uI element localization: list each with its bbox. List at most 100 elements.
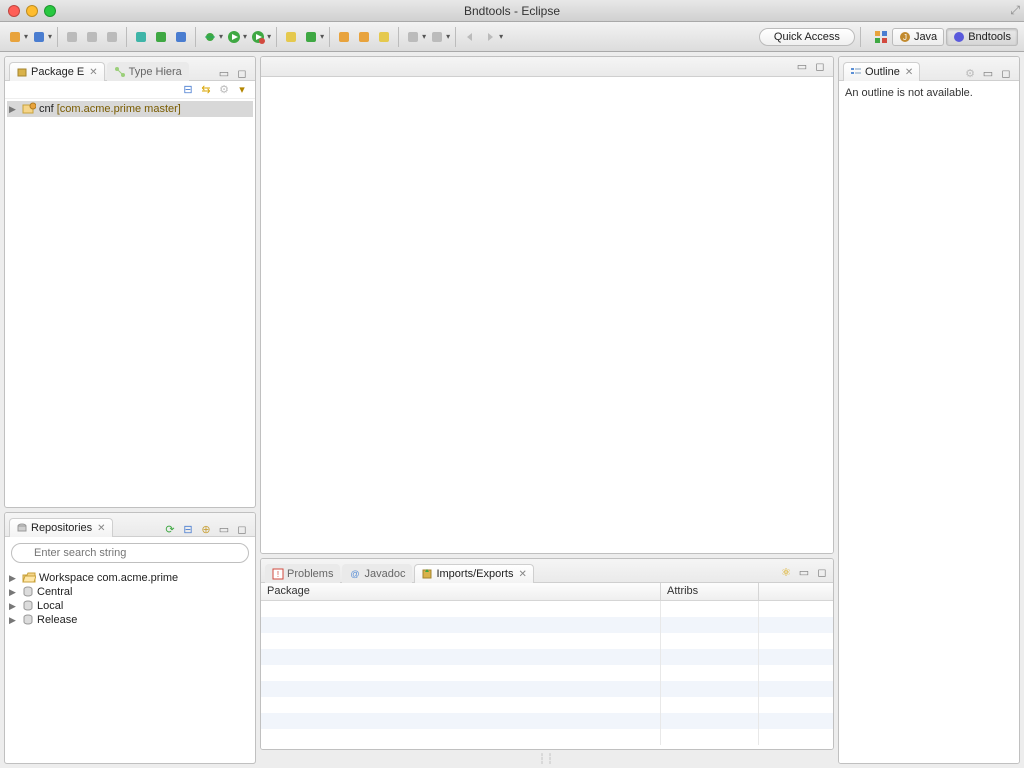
repo-search: 🔍 <box>5 537 255 569</box>
package-explorer-tree[interactable]: ▶ cnf [com.acme.prime master] <box>5 99 255 507</box>
nav-back-button[interactable] <box>461 28 479 46</box>
dropdown-icon[interactable]: ▾ <box>320 32 324 41</box>
link-editor-icon[interactable]: ⇆ <box>199 83 213 97</box>
editor-area: ▭ ◻ <box>260 56 834 554</box>
collapse-all-icon[interactable]: ⊟ <box>181 522 195 536</box>
repo-search-input[interactable] <box>11 543 249 563</box>
refresh-icon[interactable]: ⟳ <box>163 522 177 536</box>
dropdown-icon[interactable]: ▾ <box>48 32 52 41</box>
repositories-body: 🔍 ▶ Workspace com.acme.prime ▶ Central <box>5 537 255 763</box>
minimize-icon[interactable]: ▭ <box>217 66 231 80</box>
tree-item-label: cnf [com.acme.prime master] <box>39 103 181 115</box>
maximize-icon[interactable]: ◻ <box>235 66 249 80</box>
dropdown-icon[interactable]: ▾ <box>422 32 426 41</box>
perspective-bndtools[interactable]: Bndtools <box>946 28 1018 46</box>
imports-table-body[interactable] <box>261 601 833 749</box>
view-menu-icon[interactable]: ▾ <box>235 83 249 97</box>
tab-repositories[interactable]: Repositories ✕ <box>9 518 113 537</box>
tab-label: Type Hiera <box>129 66 182 78</box>
svg-text:!: ! <box>277 570 279 579</box>
folder-open-icon <box>22 572 36 584</box>
maximize-icon[interactable]: ◻ <box>815 565 829 579</box>
run-last-button[interactable] <box>249 28 267 46</box>
minimize-icon[interactable]: ▭ <box>217 522 231 536</box>
tab-type-hierarchy[interactable]: Type Hiera <box>107 62 189 81</box>
save-button[interactable] <box>30 28 48 46</box>
separator <box>126 27 127 47</box>
repo-item-workspace[interactable]: ▶ Workspace com.acme.prime <box>7 571 253 585</box>
open-web-button[interactable] <box>172 28 190 46</box>
new-bnd-button[interactable] <box>132 28 150 46</box>
svg-text:J: J <box>903 33 907 42</box>
next-annotation-button[interactable] <box>428 28 446 46</box>
expand-icon[interactable]: ▶ <box>9 615 19 626</box>
tab-package-explorer[interactable]: Package E ✕ <box>9 62 105 81</box>
dropdown-icon[interactable]: ▾ <box>499 32 503 41</box>
tab-label: Problems <box>287 568 333 580</box>
minimize-icon[interactable]: ▭ <box>795 60 809 74</box>
main-toolbar: ▾ ▾ ▾ ▾ ▾ ▾ ▾ ▾ ▾ Quick Access J Java Bn <box>0 22 1024 52</box>
project-name: cnf <box>39 103 54 115</box>
save-all-button[interactable] <box>63 28 81 46</box>
tree-item-cnf[interactable]: ▶ cnf [com.acme.prime master] <box>7 101 253 117</box>
dropdown-icon[interactable]: ▾ <box>267 32 271 41</box>
print-button[interactable] <box>83 28 101 46</box>
close-icon[interactable]: ✕ <box>518 569 526 580</box>
expand-icon[interactable]: ▶ <box>9 601 19 612</box>
dropdown-icon[interactable]: ▾ <box>243 32 247 41</box>
database-icon <box>22 586 34 598</box>
dropdown-icon[interactable]: ▾ <box>446 32 450 41</box>
column-header-attribs[interactable]: Attribs <box>661 583 759 600</box>
project-icon <box>22 102 36 116</box>
close-icon[interactable]: ✕ <box>89 67 97 78</box>
open-task-button[interactable] <box>355 28 373 46</box>
expand-icon[interactable]: ▶ <box>9 104 19 115</box>
search-button[interactable] <box>375 28 393 46</box>
dropdown-icon[interactable]: ▾ <box>219 32 223 41</box>
add-repo-icon[interactable]: ⊕ <box>199 522 213 536</box>
toggle-mark-button[interactable] <box>404 28 422 46</box>
maximize-icon[interactable]: ◻ <box>813 60 827 74</box>
repositories-tree[interactable]: ▶ Workspace com.acme.prime ▶ Central ▶ L… <box>5 569 255 763</box>
new-component-button[interactable] <box>152 28 170 46</box>
maximize-icon[interactable]: ◻ <box>235 522 249 536</box>
tab-javadoc[interactable]: @ Javadoc <box>342 564 412 583</box>
view-menu-icon[interactable]: ⚙ <box>963 66 977 80</box>
filter-icon[interactable]: ⚙ <box>217 83 231 97</box>
open-perspective-button[interactable] <box>872 28 890 46</box>
run-button[interactable] <box>225 28 243 46</box>
minimize-icon[interactable]: ▭ <box>797 565 811 579</box>
javadoc-icon: @ <box>349 568 361 580</box>
outline-message: An outline is not available. <box>845 87 973 99</box>
new-button[interactable] <box>6 28 24 46</box>
quick-access-button[interactable]: Quick Access <box>759 28 855 46</box>
maximize-icon[interactable]: ◻ <box>999 66 1013 80</box>
expand-icon[interactable]: ▶ <box>9 587 19 598</box>
tab-problems[interactable]: ! Problems <box>265 564 340 583</box>
collapse-all-icon[interactable]: ⊟ <box>181 83 195 97</box>
tab-outline[interactable]: Outline ✕ <box>843 62 920 81</box>
close-icon[interactable]: ✕ <box>905 67 913 78</box>
close-icon[interactable]: ✕ <box>97 523 105 534</box>
resolve-icon[interactable]: ⚛ <box>779 565 793 579</box>
perspective-java[interactable]: J Java <box>892 28 944 46</box>
new-class-button[interactable] <box>302 28 320 46</box>
view-header-controls: ⟳ ⊟ ⊕ ▭ ◻ <box>163 522 251 536</box>
repo-item-central[interactable]: ▶ Central <box>7 585 253 599</box>
open-type-button[interactable] <box>335 28 353 46</box>
debug-button[interactable] <box>201 28 219 46</box>
tab-imports-exports[interactable]: Imports/Exports ✕ <box>414 564 533 583</box>
dropdown-icon[interactable]: ▾ <box>24 32 28 41</box>
minimize-icon[interactable]: ▭ <box>981 66 995 80</box>
column-header-extra[interactable] <box>759 583 833 600</box>
column-header-package[interactable]: Package <box>261 583 661 600</box>
new-package-button[interactable] <box>282 28 300 46</box>
repo-item-label: Workspace com.acme.prime <box>39 572 178 584</box>
bottom-sash[interactable]: ┆┆ <box>260 754 834 764</box>
hierarchy-icon <box>114 66 126 78</box>
build-button[interactable] <box>103 28 121 46</box>
nav-forward-button[interactable] <box>481 28 499 46</box>
repo-item-release[interactable]: ▶ Release <box>7 613 253 627</box>
repo-item-local[interactable]: ▶ Local <box>7 599 253 613</box>
expand-icon[interactable]: ▶ <box>9 573 19 584</box>
